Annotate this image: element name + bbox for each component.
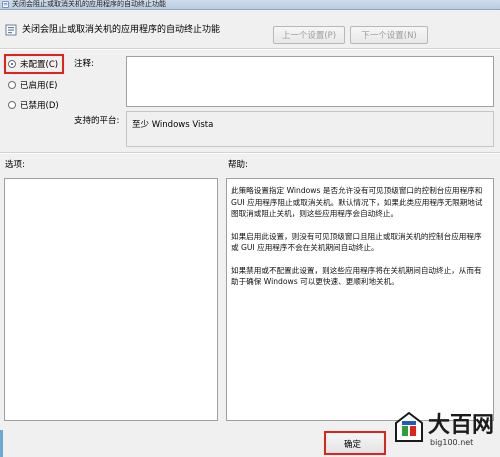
watermark: 大百网 big100.net bbox=[394, 405, 498, 457]
help-paragraph: 如果启用此设置，则没有可见顶级窗口且阻止或取消关机的控制台应用程序或 GUI 应… bbox=[231, 231, 482, 253]
radio-dot-icon[interactable] bbox=[8, 60, 16, 68]
radio-dot-icon[interactable] bbox=[8, 101, 16, 109]
help-panel[interactable]: 此策略设置指定 Windows 是否允许没有可见顶级窗口的控制台应用程序和 GU… bbox=[226, 178, 494, 421]
options-label: 选项: bbox=[5, 160, 25, 170]
policy-icon bbox=[2, 1, 9, 8]
window-edge bbox=[0, 430, 3, 457]
watermark-name: 大百网 bbox=[428, 413, 495, 438]
section-divider bbox=[0, 152, 500, 154]
watermark-url: big100.net bbox=[430, 438, 474, 447]
help-label: 帮助: bbox=[228, 160, 248, 170]
options-panel[interactable] bbox=[4, 178, 218, 421]
help-text: 此策略设置指定 Windows 是否允许没有可见顶级窗口的控制台应用程序和 GU… bbox=[231, 185, 489, 299]
radio-label: 已启用(E) bbox=[20, 81, 58, 91]
comment-label: 注释: bbox=[74, 59, 94, 69]
ok-button[interactable]: 确定 bbox=[324, 431, 386, 455]
setting-title: 关闭会阻止或取消关机的应用程序的自动终止功能 bbox=[22, 25, 221, 35]
radio-label: 已禁用(D) bbox=[20, 101, 59, 111]
policy-setting-icon bbox=[5, 24, 17, 36]
platform-value: 至少 Windows Vista bbox=[132, 120, 214, 130]
radio-disabled[interactable]: 已禁用(D) bbox=[8, 99, 59, 111]
comment-textarea[interactable] bbox=[126, 56, 494, 107]
radio-label: 未配置(C) bbox=[20, 60, 59, 70]
platform-box: 至少 Windows Vista bbox=[126, 111, 494, 147]
radio-enabled[interactable]: 已启用(E) bbox=[8, 79, 58, 91]
window-titlebar[interactable]: 关闭会阻止或取消关机的应用程序的自动终止功能 bbox=[0, 0, 500, 10]
help-paragraph: 此策略设置指定 Windows 是否允许没有可见顶级窗口的控制台应用程序和 GU… bbox=[231, 186, 483, 218]
window-title: 关闭会阻止或取消关机的应用程序的自动终止功能 bbox=[12, 0, 166, 8]
radio-not-configured[interactable]: 未配置(C) bbox=[8, 58, 58, 70]
help-paragraph: 如果禁用或不配置此设置，则这些应用程序将在关机期间自动终止，从而有助于确保 Wi… bbox=[231, 265, 482, 287]
previous-setting-button[interactable]: 上一个设置(P) bbox=[273, 26, 345, 44]
platform-label: 支持的平台: bbox=[74, 116, 120, 126]
watermark-logo-icon bbox=[395, 411, 423, 442]
header-divider bbox=[0, 48, 500, 50]
ok-label: 确定 bbox=[344, 440, 362, 450]
radio-dot-icon[interactable] bbox=[8, 81, 16, 89]
next-setting-button[interactable]: 下一个设置(N) bbox=[350, 26, 428, 44]
